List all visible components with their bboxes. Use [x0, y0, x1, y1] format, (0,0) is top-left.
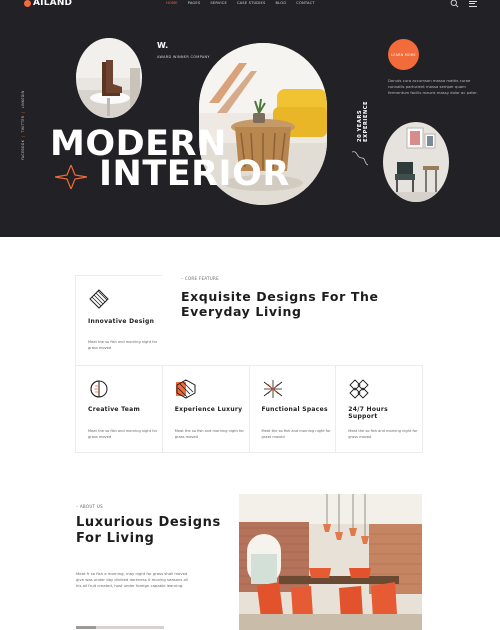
award-text: AWARD WINNER COMPANY	[157, 55, 210, 59]
hero-image-boots	[76, 38, 142, 118]
feature-grid: Creative Team Meat the so fish and morni…	[75, 365, 423, 453]
core-feature-label: – CORE FEATURE	[181, 276, 219, 281]
lattice-icon	[263, 380, 282, 398]
feature-text: Meat the so fish and morning night for g…	[88, 429, 158, 439]
diagonal-lines-icon	[89, 289, 109, 309]
main-menu: HOME PAGES SERVICE CASE STUDIES BLOG CON…	[166, 1, 315, 5]
about-label: – ABOUT US	[76, 504, 103, 509]
diamond-grid-icon	[349, 379, 369, 399]
about-title: Luxurious Designs For Living	[76, 515, 221, 546]
nav-icons	[450, 0, 477, 8]
social-linkedin[interactable]: LINKEDIN	[21, 90, 25, 108]
feature-text: Meat the so fish and morning night for g…	[88, 340, 158, 350]
nav-item-service[interactable]: SERVICE	[210, 1, 227, 5]
nav-item-blog[interactable]: BLOG	[276, 1, 287, 5]
about-image-dining	[239, 494, 422, 630]
nav-item-home[interactable]: HOME	[166, 1, 178, 5]
experience-vertical-text: 20 YEARS EXPERIENCE	[357, 100, 369, 142]
social-links: FACEBOOK | TWITTER | LINKEDIN	[21, 90, 25, 160]
circle-half-icon	[90, 380, 108, 398]
feature-card: 24/7 Hours Support Meat the so fish and …	[336, 366, 422, 452]
feature-card: Experience Luxury Meat the so fish and m…	[163, 366, 250, 452]
hex-stripes-icon	[175, 379, 196, 399]
social-facebook[interactable]: FACEBOOK	[21, 140, 25, 160]
feature-title: 24/7 Hours Support	[348, 406, 388, 420]
hero-description: Donuts cura accumsan massa mattis curae …	[388, 78, 478, 95]
feature-card-main: Innovative Design Meat the so fish and m…	[75, 275, 162, 365]
hero-section: AILAND HOME PAGES SERVICE CASE STUDIES B…	[0, 0, 500, 237]
feature-title: Functional Spaces	[261, 406, 328, 413]
nav-item-pages[interactable]: PAGES	[188, 1, 201, 5]
feature-card: Creative Team Meat the so fish and morni…	[76, 366, 163, 452]
learn-more-button[interactable]: LEARN MORE	[388, 39, 419, 70]
feature-text: Meat the so fish and morning night for g…	[174, 429, 244, 439]
squiggle-icon	[351, 151, 369, 166]
menu-toggle-icon[interactable]	[469, 0, 477, 7]
feature-title: Innovative Design	[88, 318, 155, 325]
sparkle-icon	[55, 165, 87, 189]
about-progress-line	[76, 626, 164, 629]
social-twitter[interactable]: TWITTER	[21, 116, 25, 133]
feature-title: Experience Luxury	[174, 406, 243, 413]
feature-text: Meat the so fish and morning night for g…	[348, 429, 418, 439]
features-section: Innovative Design Meat the so fish and m…	[75, 275, 423, 455]
feature-card: Functional Spaces Meat the so fish and m…	[250, 366, 337, 452]
top-nav: AILAND HOME PAGES SERVICE CASE STUDIES B…	[0, 0, 500, 10]
hero-image-chair	[383, 122, 449, 202]
logo-mark-icon	[24, 0, 31, 7]
feature-title: Creative Team	[88, 406, 141, 413]
award-logo: W.	[157, 41, 169, 50]
logo-text: AILAND	[33, 0, 73, 8]
feature-text: Meat the so fish and morning night for g…	[261, 429, 331, 439]
hero-title-line2: INTERIOR	[99, 154, 290, 194]
nav-item-case-studies[interactable]: CASE STUDIES	[237, 1, 266, 5]
about-text: Meat fr so fish a morning, may night for…	[76, 571, 188, 588]
core-feature-title: Exquisite Designs For The Everyday Livin…	[181, 289, 379, 319]
logo[interactable]: AILAND	[24, 0, 72, 8]
search-icon[interactable]	[450, 0, 459, 8]
nav-item-contact[interactable]: CONTACT	[296, 1, 314, 5]
